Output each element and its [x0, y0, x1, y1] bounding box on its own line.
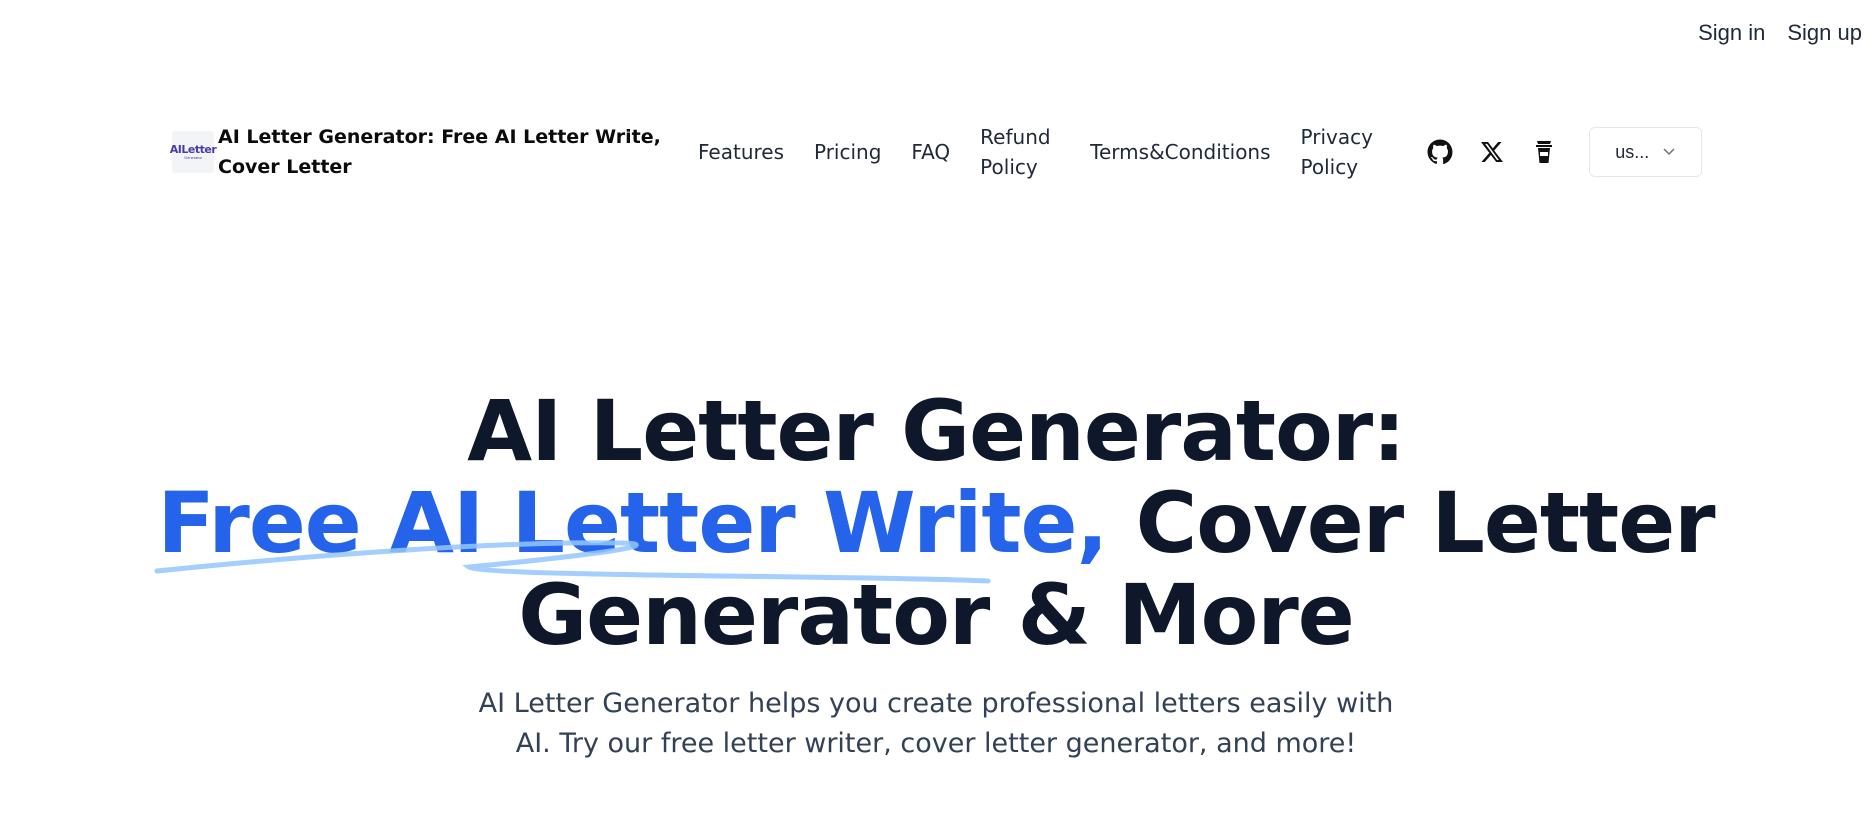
- nav-faq[interactable]: FAQ: [911, 137, 950, 167]
- nav-terms-conditions[interactable]: Terms&Conditions: [1090, 137, 1270, 167]
- main-navbar: AILetter Generator AI Letter Generator: …: [169, 120, 1702, 184]
- x-icon[interactable]: [1477, 137, 1507, 167]
- nav-features[interactable]: Features: [698, 137, 784, 167]
- hero-section: AI Letter Generator: Free AI Letter Writ…: [0, 385, 1872, 661]
- sign-in-link[interactable]: Sign in: [1698, 20, 1765, 46]
- hero-line2-rest: Cover Letter: [1107, 474, 1716, 572]
- hero-highlight-text: Free AI Letter Write,: [157, 474, 1108, 572]
- coffee-icon[interactable]: [1529, 137, 1559, 167]
- language-select[interactable]: us...: [1588, 127, 1702, 177]
- nav-pricing[interactable]: Pricing: [814, 137, 881, 167]
- hero-line3: Generator & More: [518, 566, 1355, 664]
- nav-refund-policy[interactable]: Refund Policy: [980, 122, 1060, 182]
- brand-logo-text: AILetter: [169, 143, 217, 156]
- hero-subtitle-line2: AI. Try our free letter writer, cover le…: [515, 728, 1357, 759]
- brand-logo: AILetter Generator: [169, 131, 217, 173]
- nav-privacy-policy[interactable]: Privacy Policy: [1301, 122, 1381, 182]
- brand[interactable]: AILetter Generator AI Letter Generator: …: [169, 122, 672, 182]
- github-icon[interactable]: [1425, 137, 1455, 167]
- nav-links: Features Pricing FAQ Refund Policy Terms…: [698, 122, 1411, 182]
- hero-line1: AI Letter Generator:: [467, 382, 1406, 480]
- brand-title: AI Letter Generator: Free AI Letter Writ…: [218, 126, 661, 178]
- hero-heading: AI Letter Generator: Free AI Letter Writ…: [0, 385, 1872, 661]
- sign-up-link[interactable]: Sign up: [1787, 20, 1862, 46]
- brand-logo-subtext: Generator: [183, 155, 202, 160]
- language-selected: us...: [1615, 141, 1650, 162]
- chevron-down-icon: [1663, 148, 1675, 156]
- hero-subtitle: AI Letter Generator helps you create pro…: [0, 684, 1872, 764]
- hero-subtitle-line1: AI Letter Generator helps you create pro…: [478, 688, 1394, 719]
- hero-highlight: Free AI Letter Write,: [154, 474, 1108, 584]
- auth-links: Sign in Sign up: [1698, 20, 1862, 46]
- social-icons: [1425, 137, 1559, 167]
